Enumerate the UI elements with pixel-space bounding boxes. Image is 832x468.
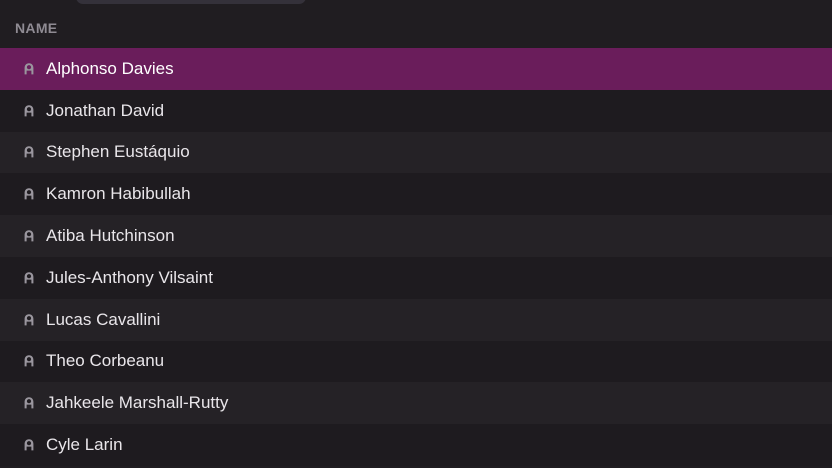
player-row[interactable]: Atiba Hutchinson [0, 215, 832, 257]
person-icon [22, 62, 36, 76]
player-name: Alphonso Davies [46, 58, 174, 78]
player-list: Alphonso Davies Jonathan David Stephen Eus… [0, 48, 832, 466]
player-row[interactable]: Kamron Habibullah [0, 173, 832, 216]
person-icon [22, 145, 36, 159]
player-name: Stephen Eustáquio [46, 142, 190, 162]
player-row[interactable]: Lucas Cavallini [0, 298, 832, 341]
player-name: Lucas Cavallini [46, 309, 161, 329]
player-name: Jules-Anthony Vilsaint [46, 267, 213, 287]
person-icon [22, 271, 36, 285]
player-name: Atiba Hutchinson [46, 226, 175, 246]
player-name: Theo Corbeanu [46, 351, 165, 371]
player-row[interactable]: Jules-Anthony Vilsaint [0, 256, 832, 299]
person-icon [22, 438, 36, 452]
person-icon [22, 396, 36, 410]
person-icon [22, 187, 36, 201]
player-row[interactable]: Jonathan David [0, 89, 832, 132]
player-row[interactable]: Alphonso Davies [0, 48, 832, 90]
person-icon [22, 229, 36, 243]
player-row[interactable]: Stephen Eustáquio [0, 131, 832, 174]
column-header-label: NAME [15, 20, 58, 36]
search-field-edge[interactable] [76, 0, 306, 4]
person-icon [22, 354, 36, 368]
player-name: Kamron Habibullah [46, 184, 191, 204]
player-list-panel: NAME Alphonso Davies Jonathan David Stephe… [0, 0, 832, 468]
player-name: Cyle Larin [46, 435, 123, 455]
person-icon [22, 313, 36, 327]
player-name: Jonathan David [46, 100, 165, 120]
player-row[interactable]: Jahkeele Marshall-Rutty [0, 382, 832, 425]
player-name: Jahkeele Marshall-Rutty [46, 393, 229, 413]
player-row[interactable]: Theo Corbeanu [0, 340, 832, 383]
person-icon [22, 104, 36, 118]
column-header-name[interactable]: NAME [0, 14, 832, 44]
player-row[interactable]: Cyle Larin [0, 424, 832, 466]
